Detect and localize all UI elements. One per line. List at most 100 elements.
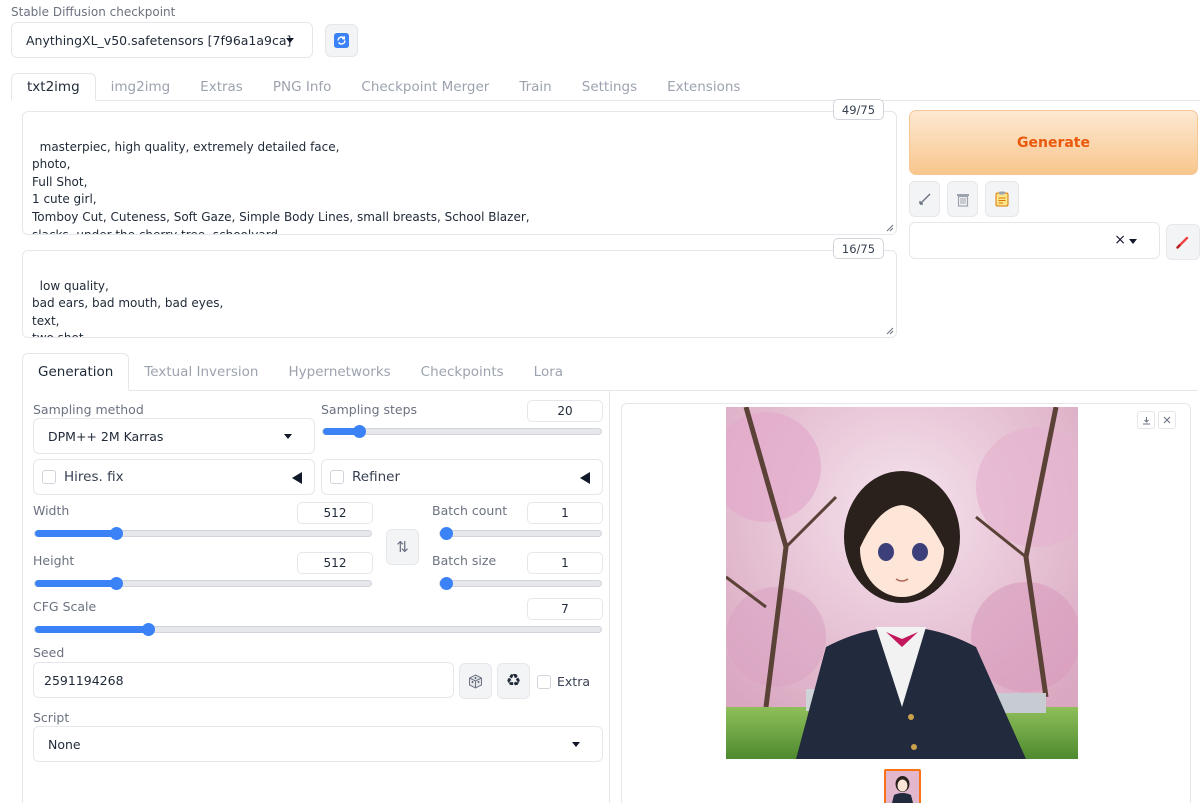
checkpoint-dropdown[interactable]: AnythingXL_v50.safetensors [7f96a1a9ca] (11, 22, 313, 58)
hires-fix-accordion[interactable]: Hires. fix (33, 459, 315, 495)
tab-settings[interactable]: Settings (567, 73, 652, 101)
dice-icon (469, 673, 482, 689)
width-slider[interactable] (34, 527, 372, 540)
clipboard-icon (995, 191, 1009, 207)
width-input[interactable]: 512 (297, 502, 373, 524)
random-seed-button[interactable] (459, 663, 492, 699)
width-label: Width (33, 503, 70, 518)
slider-handle[interactable] (142, 623, 155, 636)
tab-extras[interactable]: Extras (185, 73, 258, 101)
script-dropdown[interactable]: None (33, 726, 603, 762)
download-image-button[interactable] (1137, 411, 1155, 429)
apply-style-button[interactable] (985, 181, 1019, 217)
slider-handle[interactable] (440, 577, 453, 590)
seed-extra-checkbox[interactable] (537, 675, 551, 689)
height-slider[interactable] (34, 577, 372, 590)
script-value: None (48, 736, 81, 752)
cfg-scale-label: CFG Scale (33, 599, 97, 614)
tab-img2img[interactable]: img2img (96, 73, 186, 101)
negative-prompt-text: low quality, bad ears, bad mouth, bad ey… (32, 278, 224, 337)
edit-styles-button[interactable] (1166, 224, 1200, 260)
seed-value: 2591194268 (44, 672, 124, 688)
resize-grip-icon[interactable] (886, 327, 894, 335)
seed-extra-label: Extra (557, 674, 590, 689)
chevron-down-icon (1129, 238, 1137, 244)
batch-size-slider[interactable] (439, 577, 602, 590)
sampling-steps-label: Sampling steps (321, 402, 418, 417)
tab-checkpoints[interactable]: Checkpoints (406, 353, 519, 391)
batch-count-input[interactable]: 1 (527, 502, 603, 524)
generated-image-art (726, 407, 1078, 759)
tab-generation[interactable]: Generation (22, 353, 130, 391)
batch-size-label: Batch size (432, 553, 497, 568)
checkpoint-value: AnythingXL_v50.safetensors [7f96a1a9ca] (26, 32, 292, 48)
collapse-arrow-icon[interactable] (292, 472, 302, 484)
generated-image[interactable] (726, 407, 1078, 759)
slider-handle[interactable] (353, 425, 366, 438)
seed-input[interactable]: 2591194268 (33, 662, 454, 698)
chevron-down-icon (284, 434, 292, 439)
styles-dropdown[interactable]: × (909, 222, 1160, 259)
height-input[interactable]: 512 (297, 552, 373, 574)
tab-lora[interactable]: Lora (519, 353, 578, 391)
slider-handle[interactable] (440, 527, 453, 540)
refresh-checkpoint-button[interactable] (325, 24, 358, 57)
gallery-thumbnail[interactable] (884, 769, 921, 803)
output-gallery-panel (621, 403, 1191, 803)
tab-png-info[interactable]: PNG Info (258, 73, 347, 101)
checkpoint-label: Stable Diffusion checkpoint (11, 5, 176, 19)
batch-size-input[interactable]: 1 (527, 552, 603, 574)
swap-icon: ⇅ (396, 538, 409, 556)
cfg-scale-input[interactable]: 7 (527, 598, 603, 620)
seed-label: Seed (33, 645, 65, 660)
read-params-button[interactable] (909, 181, 940, 217)
brush-icon (1176, 236, 1189, 249)
batch-count-slider[interactable] (439, 527, 602, 540)
refresh-icon (334, 33, 349, 48)
generate-label: Generate (1017, 134, 1090, 151)
tab-hypernetworks[interactable]: Hypernetworks (273, 353, 405, 391)
thumbnail-art (886, 771, 919, 803)
collapse-arrow-icon[interactable] (580, 472, 590, 484)
cfg-scale-slider[interactable] (34, 623, 602, 636)
generate-button[interactable]: Generate (909, 110, 1198, 175)
negative-prompt-textarea[interactable]: low quality, bad ears, bad mouth, bad ey… (22, 250, 897, 338)
close-image-button[interactable] (1158, 411, 1176, 429)
tab-textual-inversion[interactable]: Textual Inversion (129, 353, 273, 391)
sampling-steps-input[interactable]: 20 (527, 400, 603, 422)
resize-grip-icon[interactable] (886, 224, 894, 232)
hires-fix-checkbox[interactable] (42, 470, 56, 484)
trash-icon (956, 193, 969, 207)
negative-prompt-token-counter: 16/75 (833, 238, 884, 259)
sampling-method-value: DPM++ 2M Karras (48, 428, 164, 444)
tab-train[interactable]: Train (504, 73, 566, 101)
reuse-seed-button[interactable]: ♻ (497, 663, 530, 699)
sampling-method-label: Sampling method (33, 402, 144, 417)
chevron-down-icon (286, 38, 294, 43)
sampling-method-dropdown[interactable]: DPM++ 2M Karras (33, 418, 315, 454)
tab-checkpoint-merger[interactable]: Checkpoint Merger (346, 73, 504, 101)
height-label: Height (33, 553, 75, 568)
chevron-down-icon (572, 742, 580, 747)
prompt-textarea[interactable]: masterpiec, high quality, extremely deta… (22, 111, 897, 235)
hires-fix-label: Hires. fix (64, 469, 124, 485)
clear-styles-icon[interactable]: × (1114, 232, 1126, 248)
tab-extensions[interactable]: Extensions (652, 73, 755, 101)
slider-handle[interactable] (110, 527, 123, 540)
prompt-text: masterpiec, high quality, extremely deta… (32, 139, 530, 235)
tab-txt2img[interactable]: txt2img (11, 73, 96, 101)
download-icon (1142, 416, 1150, 424)
close-icon (1163, 416, 1171, 424)
script-label: Script (33, 710, 70, 725)
refiner-checkbox[interactable] (330, 470, 344, 484)
arrow-icon (918, 193, 930, 205)
refiner-accordion[interactable]: Refiner (321, 459, 603, 495)
recycle-icon: ♻ (505, 671, 522, 691)
clear-prompt-button[interactable] (947, 181, 978, 217)
batch-count-label: Batch count (432, 503, 508, 518)
refiner-label: Refiner (352, 469, 400, 485)
slider-handle[interactable] (110, 577, 123, 590)
sampling-steps-slider[interactable] (322, 425, 602, 438)
swap-dimensions-button[interactable]: ⇅ (386, 529, 419, 565)
prompt-token-counter: 49/75 (833, 99, 884, 120)
